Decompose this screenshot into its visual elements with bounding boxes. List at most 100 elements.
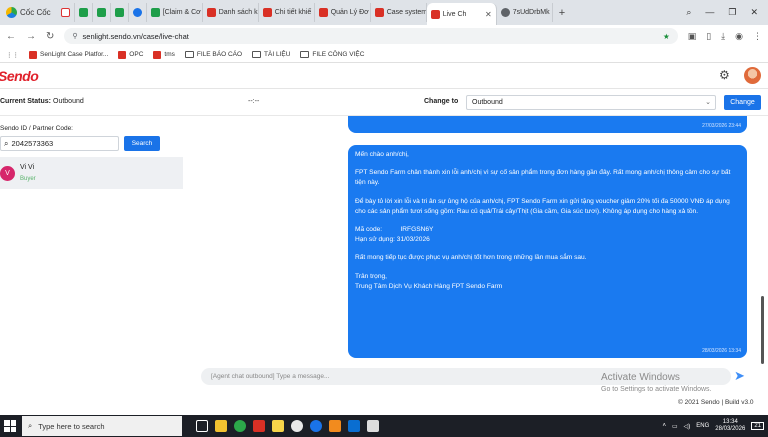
activate-windows-title: Activate Windows [601, 372, 680, 383]
site-info-icon[interactable]: ⚲ [72, 32, 77, 40]
sendo-icon [29, 50, 37, 59]
folder-icon [252, 51, 262, 58]
url-text: senlight.sendo.vn/case/live-chat [82, 31, 189, 41]
change-to-select[interactable]: Outbound ⌄ [466, 95, 716, 110]
taskbar-search-placeholder: Type here to search [38, 421, 105, 431]
wps-office-icon[interactable] [253, 420, 265, 432]
task-view-icon[interactable] [196, 420, 208, 432]
clock[interactable]: 13:34 28/03/2026 [715, 419, 745, 433]
contact-role: Buyer [20, 176, 36, 182]
language-icon[interactable]: ENG [696, 423, 709, 429]
gmail-icon [60, 8, 70, 17]
bookmark-item[interactable]: tms [153, 50, 175, 59]
windows-start-icon[interactable] [2, 418, 18, 434]
search-icon: ⌕ [4, 138, 9, 148]
apps-grid-icon[interactable]: ⋮⋮ [6, 51, 19, 59]
minimize-icon[interactable]: — [705, 7, 714, 18]
browser-tab[interactable] [75, 3, 93, 22]
search-input-value: 2042573363 [11, 139, 54, 148]
forward-icon[interactable]: → [26, 31, 36, 42]
network-icon[interactable]: ▭ [672, 423, 678, 430]
browser-tab[interactable] [129, 3, 147, 22]
search-input[interactable]: ⌕ 2042573363 [0, 136, 119, 151]
browser-tab[interactable]: Quản Lý Đơ✕ [315, 3, 371, 22]
browser-tab[interactable]: 7sUdDrbMk✕ [497, 3, 553, 22]
sheets-icon [96, 8, 106, 17]
user-avatar[interactable] [744, 67, 761, 84]
browser-tab[interactable]: Danh sách k✕ [203, 3, 259, 22]
bookmark-star-icon[interactable]: ★ [663, 32, 670, 41]
messenger-icon [132, 8, 142, 17]
bookmark-label: FILE CÔNG VIỆC [312, 51, 365, 58]
menu-icon[interactable]: ⋮ [753, 31, 762, 42]
zalo-icon[interactable] [310, 420, 322, 432]
restore-icon[interactable]: ❐ [728, 7, 736, 18]
browser-tab[interactable] [57, 3, 75, 22]
browser-tab[interactable]: Case system✕ [371, 3, 427, 22]
sendo-icon [118, 50, 127, 59]
sendo-icon [430, 9, 440, 19]
browser-tab-label: Chi tiết khiế [274, 9, 312, 16]
coccoc-logo-icon [6, 7, 17, 18]
close-window-icon[interactable]: ✕ [750, 7, 758, 18]
reload-icon[interactable]: ↻ [46, 31, 54, 42]
search-button[interactable]: Search [124, 136, 160, 151]
sidebar-icon[interactable]: ▯ [706, 31, 711, 42]
sendo-logo[interactable]: Sendo [0, 68, 39, 84]
taskbar-apps [196, 420, 379, 432]
settings-gear-icon[interactable]: ⚙ [719, 68, 730, 82]
address-bar: ← → ↻ ⚲ senlight.sendo.vn/case/live-chat… [0, 25, 768, 47]
change-button[interactable]: Change [724, 95, 761, 110]
browser-tab[interactable] [111, 3, 129, 22]
chat-scrollbar[interactable] [761, 296, 764, 364]
message-paragraph: Mã code: IRFGSN6Y Hạn sử dụng: 31/03/202… [355, 225, 434, 243]
message-timestamp: 28/03/2026 13:34 [702, 347, 741, 354]
bookmark-label: FILE BÁO CÁO [196, 51, 243, 58]
extension-icon[interactable]: ▣ [688, 31, 697, 42]
app-header: Sendo ⚙ [0, 63, 768, 89]
message-paragraph: Để bày tỏ lời xin lỗi và tri ân sự ủng h… [355, 197, 732, 215]
back-icon[interactable]: ← [6, 31, 16, 42]
sendo-icon [153, 50, 162, 59]
profile-icon[interactable]: ◉ [735, 31, 743, 42]
notification-count[interactable]: 21 [751, 422, 764, 430]
app-icon[interactable] [367, 420, 379, 432]
chat-message-previous: 27/03/2026 23:44 [348, 116, 747, 133]
bookmark-item[interactable]: TÀI LIỆU [252, 51, 290, 58]
browser-tab[interactable] [93, 3, 111, 22]
file-explorer-icon[interactable] [215, 420, 227, 432]
browser-tab[interactable]: [Claim & Cơ✕ [147, 3, 203, 22]
browser-brand[interactable]: Cốc Cốc [0, 7, 57, 18]
download-icon[interactable]: ⤓ [721, 31, 725, 42]
browser-tab[interactable]: Chi tiết khiế✕ [259, 3, 315, 22]
window-controls: ⌕ — ❐ ✕ [686, 7, 768, 18]
new-tab-button[interactable]: + [553, 7, 571, 19]
app-icon[interactable] [329, 420, 341, 432]
sticky-notes-icon[interactable] [272, 420, 284, 432]
bookmark-item[interactable]: OPC [118, 50, 143, 59]
footer-text: © 2021 Sendo | Build v3.0 [678, 399, 754, 406]
browser-tab-label: Danh sách k [218, 9, 258, 16]
close-tab-icon[interactable]: ✕ [485, 10, 492, 19]
bookmark-item[interactable]: SenLight Case Platfor... [29, 50, 109, 59]
volume-icon[interactable]: ◁) [684, 423, 691, 430]
send-icon[interactable]: ➤ [734, 368, 745, 384]
bookmark-label: SenLight Case Platfor... [40, 51, 109, 58]
url-field[interactable]: ⚲ senlight.sendo.vn/case/live-chat ★ [64, 28, 678, 44]
sendo-icon [206, 8, 216, 17]
chevron-down-icon: ⌄ [705, 99, 711, 106]
chrome-icon[interactable] [291, 420, 303, 432]
browser-tab-label: Live Ch [442, 10, 467, 18]
contact-list-item[interactable]: V Vi Vi Buyer [0, 157, 183, 189]
taskbar-search-input[interactable]: ⌕ Type here to search [22, 416, 182, 436]
current-status-label: Current Status: [0, 98, 51, 105]
activate-windows-subtitle: Go to Settings to activate Windows. [601, 386, 712, 393]
tab-search-icon[interactable]: ⌕ [686, 7, 691, 18]
outlook-icon[interactable] [348, 420, 360, 432]
bookmark-item[interactable]: FILE BÁO CÁO [184, 51, 243, 58]
browser-tab[interactable]: Live Ch ✕ [426, 3, 497, 25]
bookmark-item[interactable]: FILE CÔNG VIỆC [300, 51, 364, 58]
tray-chevron-icon[interactable]: ˄ [662, 423, 666, 429]
coccoc-taskbar-icon[interactable] [234, 420, 246, 432]
bookmark-label: tms [164, 51, 175, 58]
